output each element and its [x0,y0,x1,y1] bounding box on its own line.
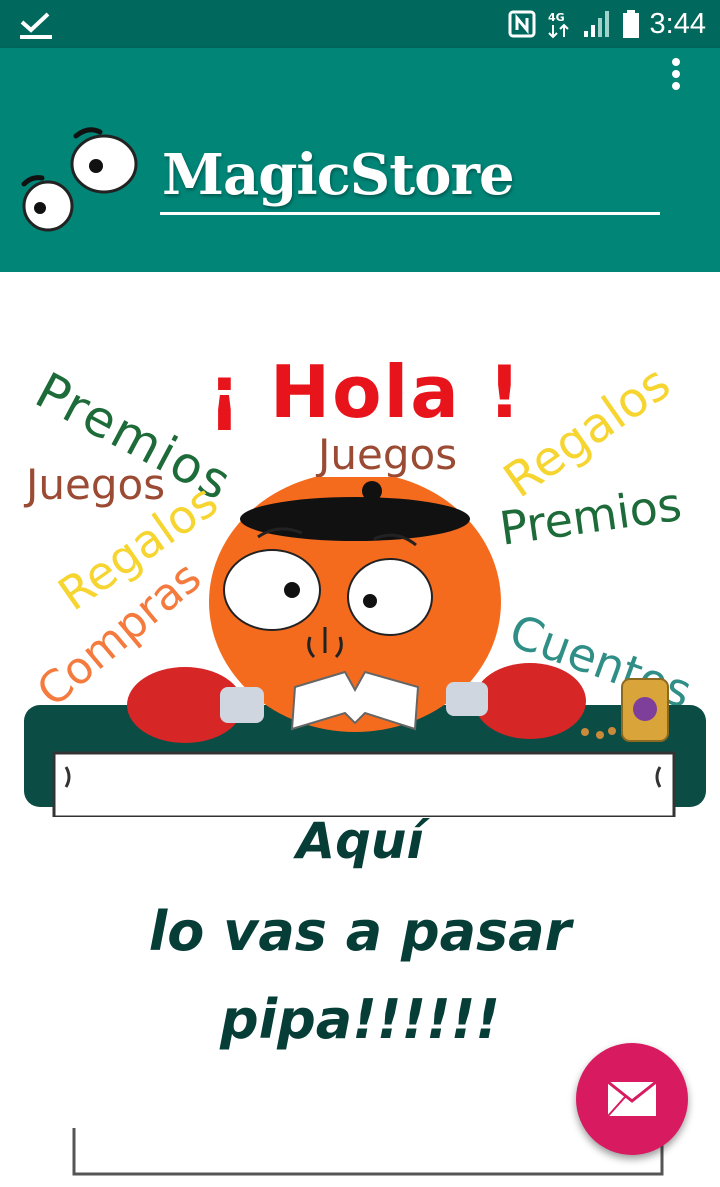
tagline-line-3: pipa!!!!!! [219,988,501,1051]
download-done-icon [20,12,52,39]
overflow-menu-icon[interactable] [660,54,692,94]
mail-icon [607,1081,657,1117]
tagline-line-2: lo vas a pasar [148,900,572,963]
email-fab-button[interactable] [576,1043,688,1155]
app-title: MagicStore [162,142,515,208]
status-bar: 4G 3:44 [0,0,720,48]
network-4g-icon: 4G [548,11,569,39]
battery-icon [622,10,639,38]
hola-greeting: ¡ Hola ! [208,350,523,434]
nfc-icon [508,10,536,38]
network-type-label: 4G [548,11,565,24]
signal-icon [583,11,609,37]
tagline-line-1: Aquí [296,812,424,870]
clock: 3:44 [649,8,706,40]
orange-mascot-illustration [24,477,706,817]
word-juegos-center: Juegos [318,430,458,479]
eyes-logo-icon [21,127,138,232]
status-icons: 4G 3:44 [508,6,706,42]
sign-frame-bottom [72,1128,664,1176]
title-underline [160,212,660,215]
app-bar: MagicStore [0,48,720,272]
